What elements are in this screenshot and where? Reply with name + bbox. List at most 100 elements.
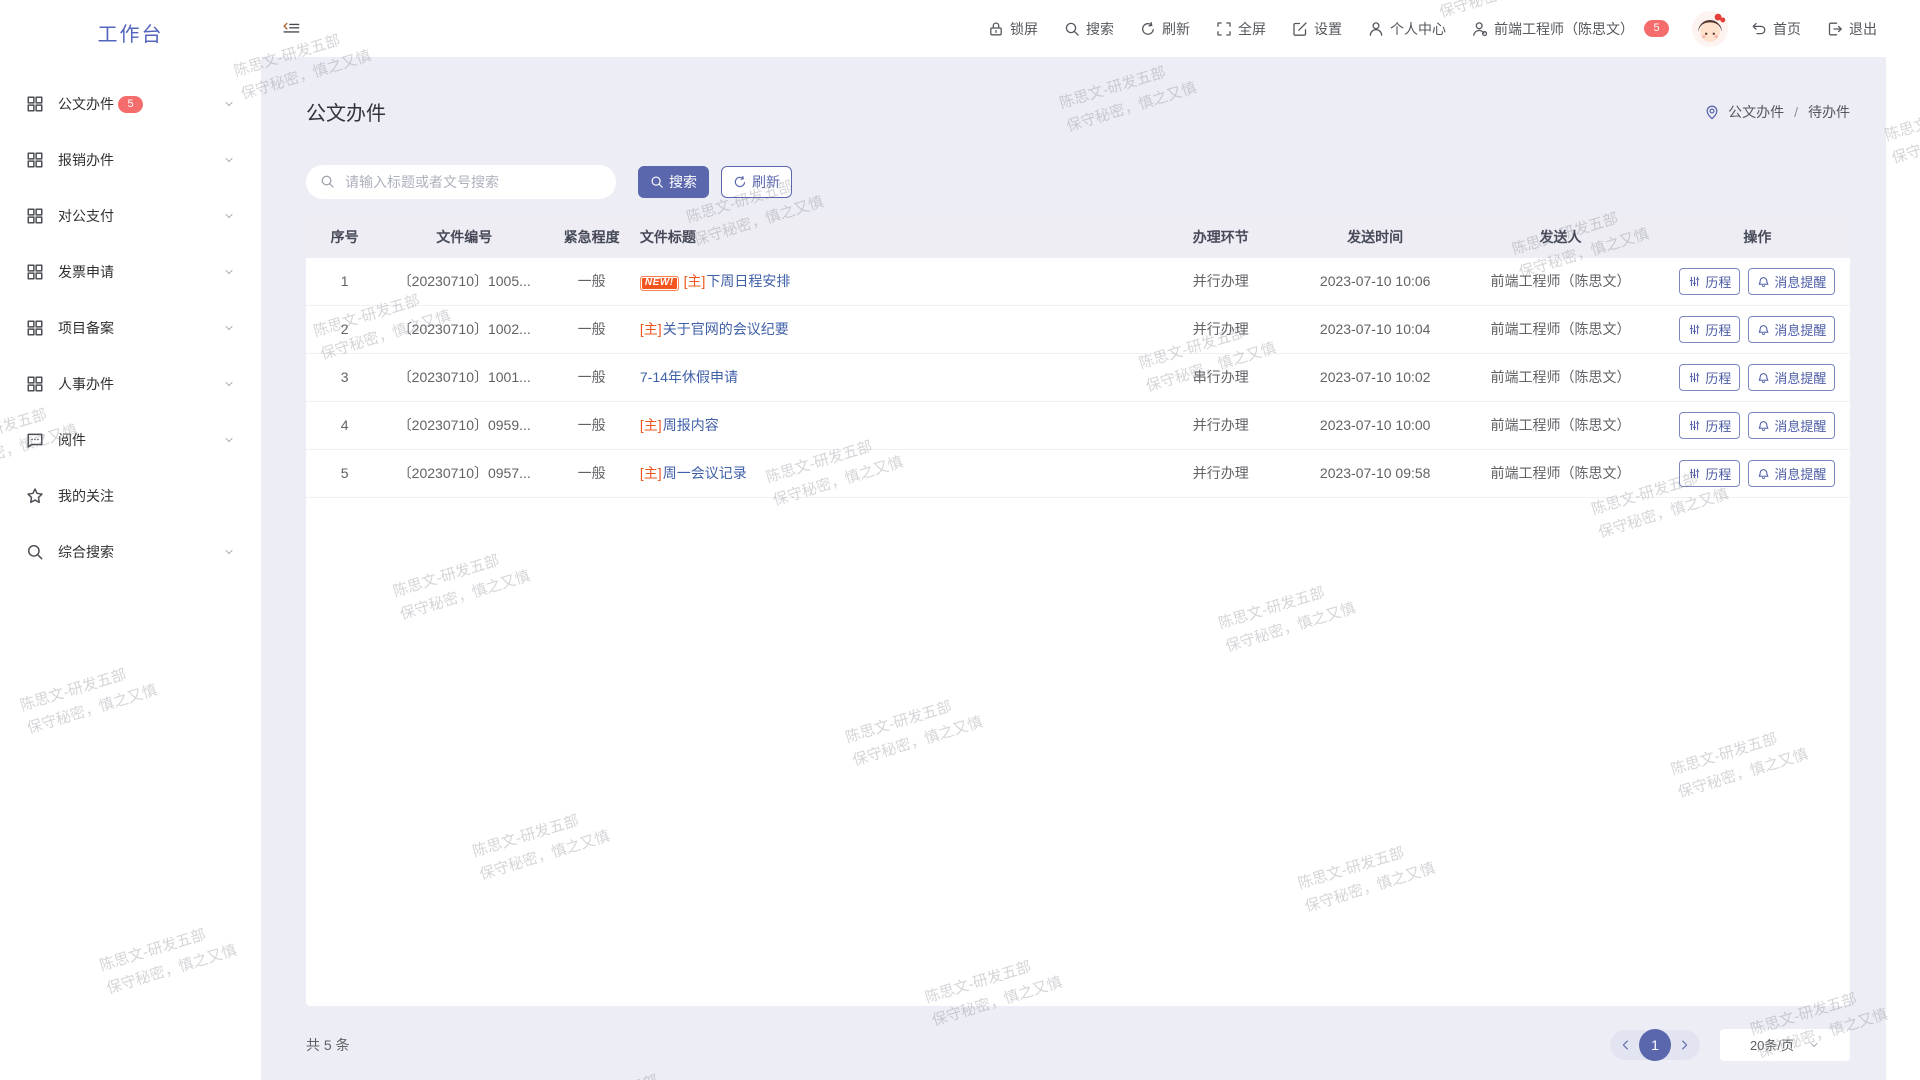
topbar-refresh-button[interactable]: 刷新 [1140,19,1190,39]
search-row: 搜索 刷新 [306,165,1850,199]
total-count: 共 5 条 [306,1035,350,1055]
process-step: 并行办理 [1147,401,1294,449]
column-header-doc-no: 文件编号 [383,216,545,258]
doc-number: 〔20230710〕0959... [383,401,545,449]
chev-down-icon [223,210,235,222]
notify-button-label: 消息提醒 [1774,368,1826,387]
history-button[interactable]: 历程 [1679,460,1740,487]
topbar-settings-label: 设置 [1314,19,1342,39]
sidebar-item-label: 我的关注 [58,486,114,506]
grid-icon [26,207,44,225]
lock-icon [988,21,1004,37]
sender: 前端工程师（陈思文） [1456,449,1664,497]
sidebar-item-corporate-pay[interactable]: 对公支付 [0,188,261,244]
chev-down-icon [223,378,235,390]
search-button-label: 搜索 [669,172,697,192]
topbar-user-button[interactable]: 前端工程师（陈思文）5 [1472,19,1669,39]
notify-button[interactable]: 消息提醒 [1748,460,1835,487]
search-button[interactable]: 搜索 [638,166,709,198]
document-title-link[interactable]: 下周日程安排 [706,273,790,289]
topbar-settings-button[interactable]: 设置 [1292,19,1342,39]
notify-button[interactable]: 消息提醒 [1748,268,1835,295]
title-cell: [主]周一会议记录 [638,449,1148,497]
title-cell: [主]关于官网的会议纪要 [638,305,1148,353]
column-header-send-time: 发送时间 [1294,216,1456,258]
sidebar-item-reimbursement[interactable]: 报销办件 [0,132,261,188]
row-index: 3 [306,353,383,401]
history-button[interactable]: 历程 [1679,316,1740,343]
chev-down-icon [223,98,235,110]
topbar-profile-button[interactable]: 个人中心 [1368,19,1446,39]
page-size-select[interactable]: 20条/页 [1720,1029,1850,1061]
history-button-label: 历程 [1705,464,1731,483]
sidebar-item-my-follows[interactable]: 我的关注 [0,468,261,524]
search-input[interactable] [343,173,602,191]
new-badge: NEW! [640,276,679,291]
refresh-icon [733,175,747,189]
pager-page-1[interactable]: 1 [1639,1029,1671,1061]
chev-down-icon [223,154,235,166]
sidebar-item-reading[interactable]: 阅件 [0,412,261,468]
history-button-label: 历程 [1705,368,1731,387]
document-title-link[interactable]: 周一会议记录 [663,465,747,481]
actions-cell: 历程 消息提醒 [1665,401,1850,449]
title-cell: 7-14年休假申请 [638,353,1148,401]
sidebar-item-label: 综合搜索 [58,542,114,562]
search-icon [320,174,335,189]
breadcrumb-root[interactable]: 公文办件 [1728,102,1784,122]
sidebar-item-official-docs[interactable]: 公文办件5 [0,76,261,132]
topbar-home-button[interactable]: 首页 [1751,19,1801,39]
document-title-link[interactable]: 7-14年休假申请 [640,369,738,385]
table-body: 1〔20230710〕1005...一般NEW![主]下周日程安排并行办理202… [306,258,1850,498]
urgency: 一般 [545,258,638,306]
location-pin-icon [1704,104,1720,120]
topbar-search-button[interactable]: 搜索 [1064,19,1114,39]
pagination: 1 20条/页 [1610,1029,1850,1061]
search-icon [1064,21,1080,37]
page-size-value: 20条/页 [1750,1035,1794,1054]
bell-icon [1757,275,1770,288]
sidebar-item-invoice-apply[interactable]: 发票申请 [0,244,261,300]
history-button[interactable]: 历程 [1679,268,1740,295]
user-message-badge[interactable]: 5 [1644,20,1669,37]
sidebar-item-hr-docs[interactable]: 人事办件 [0,356,261,412]
doc-number: 〔20230710〕1001... [383,353,545,401]
sender: 前端工程师（陈思文） [1456,305,1664,353]
bell-icon [1757,323,1770,336]
process-step: 并行办理 [1147,305,1294,353]
sliders-icon [1688,275,1701,288]
send-time: 2023-07-10 09:58 [1294,449,1456,497]
bell-icon [1757,419,1770,432]
column-header-title: 文件标题 [638,216,1148,258]
menu-collapse-icon[interactable] [282,20,301,37]
sidebar-item-project-record[interactable]: 项目备案 [0,300,261,356]
column-header-urgency: 紧急程度 [545,216,638,258]
topbar-lock-button[interactable]: 锁屏 [988,19,1038,39]
history-button[interactable]: 历程 [1679,364,1740,391]
chev-down-icon [223,434,235,446]
notify-button-label: 消息提醒 [1774,416,1826,435]
topbar-logout-button[interactable]: 退出 [1827,19,1877,39]
document-title-link[interactable]: 关于官网的会议纪要 [663,321,789,337]
grid-icon [26,151,44,169]
main-doc-tag: [主] [640,321,662,337]
notify-button[interactable]: 消息提醒 [1748,412,1835,439]
avatar[interactable] [1691,10,1729,48]
sender: 前端工程师（陈思文） [1456,258,1664,306]
refresh-button[interactable]: 刷新 [721,166,792,198]
process-step: 并行办理 [1147,449,1294,497]
pager-prev-button[interactable] [1619,1038,1633,1052]
table-footer: 共 5 条 1 20条/页 [306,1029,1850,1061]
pager-next-button[interactable] [1677,1038,1691,1052]
notify-button[interactable]: 消息提醒 [1748,316,1835,343]
menu-badge: 5 [118,96,143,113]
history-button[interactable]: 历程 [1679,412,1740,439]
app-title: 工作台 [0,0,261,64]
actions-cell: 历程消息提醒 [1665,258,1850,306]
sidebar-item-global-search[interactable]: 综合搜索 [0,524,261,580]
document-title-link[interactable]: 周报内容 [663,417,719,433]
documents-table-card: 序号文件编号紧急程度文件标题办理环节发送时间发送人操作 1〔20230710〕1… [306,216,1850,1006]
topbar-fullscreen-button[interactable]: 全屏 [1216,19,1266,39]
notify-button[interactable]: 消息提醒 [1748,364,1835,391]
send-time: 2023-07-10 10:06 [1294,258,1456,306]
